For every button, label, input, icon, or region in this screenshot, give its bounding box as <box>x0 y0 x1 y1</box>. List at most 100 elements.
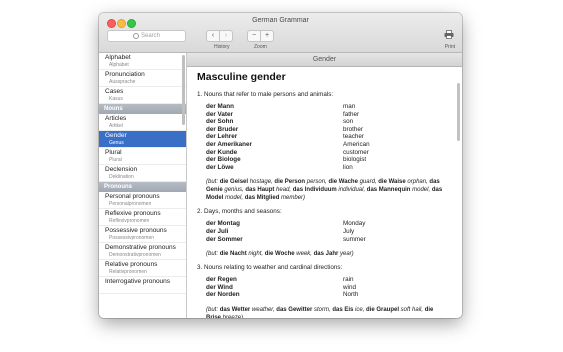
exception-word: die Wache <box>328 179 358 186</box>
german-word: der Amerikaner <box>206 140 252 148</box>
back-button[interactable]: ‹ <box>207 31 219 41</box>
note-text: hostage, <box>248 179 275 186</box>
english-translation: Monday <box>343 220 366 228</box>
exception-word: die Nacht <box>219 251 247 258</box>
sidebar-item-sublabel: Alphabet <box>109 62 129 68</box>
german-word: der Lehrer <box>206 133 238 141</box>
note-text: soft hail, <box>399 306 425 313</box>
word-row: der Norden North <box>206 291 448 299</box>
word-row: der Löwe lion <box>206 164 448 172</box>
english-translation: brother <box>343 125 363 133</box>
english-translation: July <box>343 227 355 235</box>
english-translation: teacher <box>343 133 365 141</box>
sidebar-section-header: Nouns <box>99 104 186 114</box>
sidebar-item-sublabel: Aussprache <box>109 79 136 85</box>
sidebar-item-label: Interrogative pronouns <box>105 278 171 285</box>
zoom-in-button[interactable]: + <box>260 31 273 41</box>
german-word: der Bruder <box>206 125 239 133</box>
note-text: member) <box>279 195 306 202</box>
exception-word: das Wetter <box>219 306 251 313</box>
word-row: der Montag Monday <box>206 220 448 228</box>
sidebar-item-sublabel: Possessivpronomen <box>109 235 155 241</box>
section-heading: 2. Days, months and seasons: <box>197 208 282 216</box>
sidebar-item-possessive-pronouns[interactable]: Possessive pronouns Possessivpronomen <box>99 226 186 243</box>
sidebar-item-label: Relative pronouns <box>105 261 158 268</box>
sidebar-item-alphabet[interactable]: Alphabet Alphabet <box>99 53 186 70</box>
note-text: model, <box>410 187 432 194</box>
word-row: der Sohn son <box>206 118 448 126</box>
sidebar: Alphabet Alphabet Pronunciation Aussprache C… <box>99 53 187 318</box>
sidebar-item-reflexive-pronouns[interactable]: Reflexive pronouns Reflexivpronomen <box>99 209 186 226</box>
sidebar-item-articles[interactable]: Articles Artikel <box>99 114 186 131</box>
sidebar-item-label: Pronunciation <box>105 71 145 78</box>
sidebar-item-interrogative-pronouns[interactable]: Interrogative pronouns <box>99 277 186 294</box>
search-icon <box>132 33 139 39</box>
word-row: der Regen rain <box>206 276 448 284</box>
content-pane: Masculine gender 1. Nouns that refer to … <box>187 67 462 318</box>
zoom-out-button[interactable]: − <box>248 31 260 41</box>
english-translation: American <box>343 140 370 148</box>
note-text: breeze) <box>221 314 244 318</box>
sidebar-item-sublabel: Personalpronomen <box>109 201 152 207</box>
sidebar-item-cases[interactable]: Cases Kasus <box>99 87 186 104</box>
exception-word: die Graupel <box>366 306 400 313</box>
sidebar-scrollbar[interactable] <box>182 55 185 125</box>
content-sections: 1. Nouns that refer to male persons and … <box>197 91 448 318</box>
word-row: der Sommer summer <box>206 236 448 244</box>
note-text: person, <box>305 179 329 186</box>
exception-word: das Mitglied <box>244 195 280 202</box>
english-translation: summer <box>343 235 366 243</box>
section-heading: 1. Nouns that refer to male persons and … <box>197 91 334 98</box>
word-list: der Montag Monday der Juli July der Sommer su… <box>206 220 448 243</box>
forward-button[interactable]: › <box>219 31 232 41</box>
english-translation: rain <box>343 276 354 284</box>
sidebar-item-demonstrative-pronouns[interactable]: Demonstrative pronouns Demonstrativpronom… <box>99 243 186 260</box>
sidebar-item-label: Cases <box>105 88 124 95</box>
sidebar-item-relative-pronouns[interactable]: Relative pronouns Relativpronomen <box>99 260 186 277</box>
history-label: History <box>214 44 230 50</box>
exception-word: die Person <box>274 179 306 186</box>
sidebar-item-pronunciation[interactable]: Pronunciation Aussprache <box>99 70 186 87</box>
exceptions-note: (but: die Nacht night, die Woche week, d… <box>206 250 448 258</box>
exceptions-note: (but: die Geisel hostage, die Person per… <box>206 178 448 202</box>
sidebar-item-label: Declension <box>105 166 138 173</box>
sidebar-item-personal-pronouns[interactable]: Personal pronouns Personalpronomen <box>99 192 186 209</box>
print-icon[interactable] <box>444 30 454 39</box>
german-word: der Wind <box>206 283 233 291</box>
sidebar-item-sublabel: Genus <box>109 140 124 146</box>
sidebar-item-sublabel: Relativpronomen <box>109 269 147 275</box>
german-word: der Vater <box>206 110 233 118</box>
word-list: der Mann man der Vater father der Sohn son der… <box>206 103 448 171</box>
german-word: der Mann <box>206 103 234 110</box>
content-header: Gender <box>187 53 462 67</box>
zoom-control: − + <box>247 30 274 42</box>
sidebar-item-sublabel: Reflexivpronomen <box>109 218 150 224</box>
search-field[interactable]: Search <box>107 30 186 42</box>
title-bar: German Grammar Search ‹ › History − + Zo… <box>99 13 462 53</box>
print-label: Print <box>444 44 455 50</box>
german-word: der Sommer <box>206 235 243 243</box>
note-text: ice, <box>353 306 366 313</box>
search-placeholder: Search <box>140 33 160 39</box>
english-translation: lion <box>343 163 353 171</box>
note-text: (but: <box>206 306 220 313</box>
sidebar-list: Alphabet Alphabet Pronunciation Aussprache C… <box>99 53 186 294</box>
content-scrollbar[interactable] <box>457 83 460 141</box>
note-text: year) <box>338 251 354 258</box>
sidebar-item-declension[interactable]: Declension Deklination <box>99 165 186 182</box>
sidebar-section-header: Pronouns <box>99 182 186 192</box>
german-word: der Juli <box>206 227 229 235</box>
word-row: der Kunde customer <box>206 149 448 157</box>
page-title: Masculine gender <box>197 71 286 83</box>
word-row: der Wind wind <box>206 284 448 292</box>
english-translation: father <box>343 110 360 118</box>
english-translation: North <box>343 291 359 299</box>
sidebar-item-gender[interactable]: Gender Genus <box>99 131 186 148</box>
german-word: der Kunde <box>206 148 238 156</box>
exception-word: das Gewitter <box>276 306 313 313</box>
sidebar-item-plural[interactable]: Plural Plural <box>99 148 186 165</box>
german-word: der Regen <box>206 276 237 284</box>
sidebar-item-label: Articles <box>105 115 127 122</box>
sidebar-item-label: Gender <box>105 132 127 139</box>
english-translation: biologist <box>343 156 367 164</box>
